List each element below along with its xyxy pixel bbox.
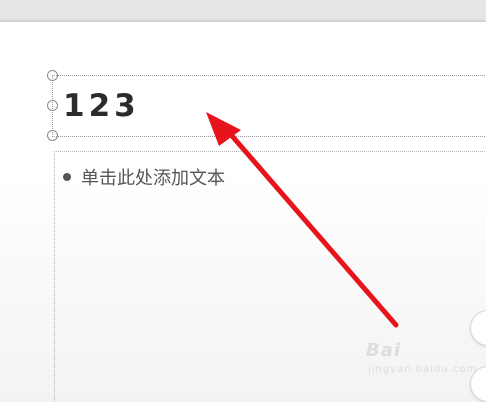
watermark-sub-text: jingyan.baidu.com: [368, 364, 478, 375]
content-placeholder-text[interactable]: 单击此处添加文本: [81, 164, 225, 190]
watermark: Bai jingyan.baidu.com: [366, 340, 486, 384]
slide-editor-workspace: 123 单击此处添加文本 Bai jingyan.baidu.com: [0, 0, 486, 402]
title-placeholder[interactable]: 123: [52, 75, 486, 137]
watermark-logo-text: Bai: [366, 340, 402, 361]
bullet-item[interactable]: 单击此处添加文本: [63, 164, 225, 190]
bullet-icon: [63, 173, 71, 181]
title-text[interactable]: 123: [63, 88, 140, 124]
